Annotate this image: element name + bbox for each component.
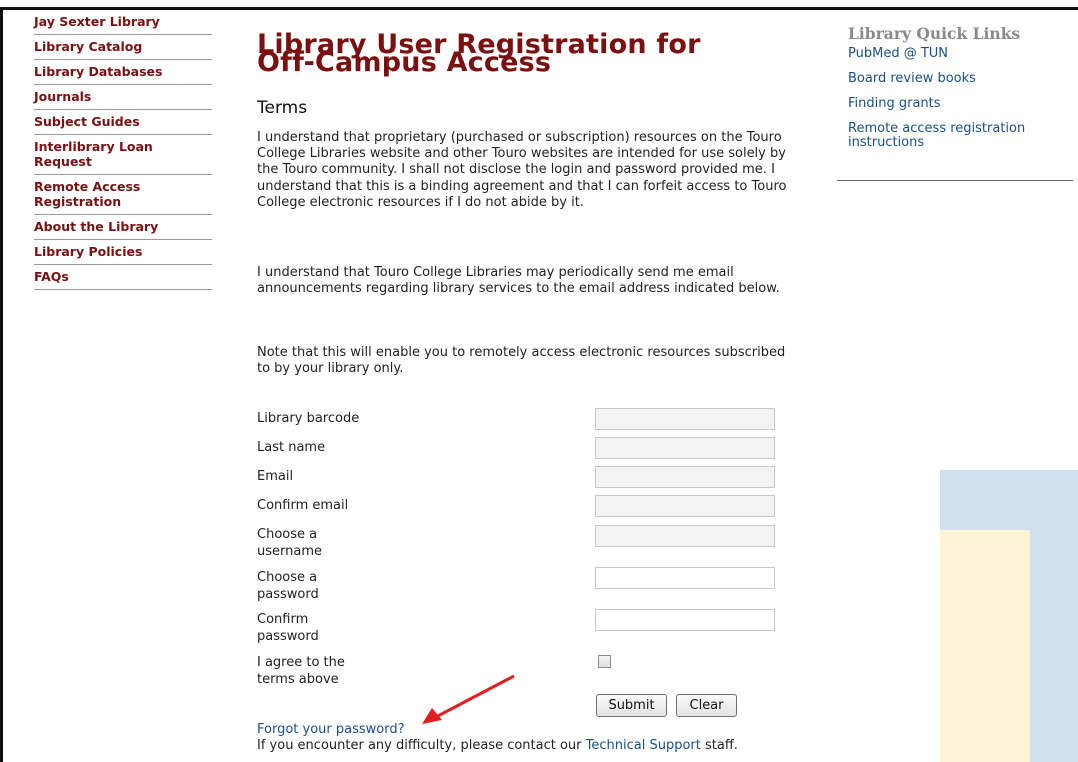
lastname-label: Last name <box>257 440 326 455</box>
confirm-password-label: Confirm password <box>257 612 319 644</box>
lastname-input[interactable] <box>595 437 775 459</box>
sidebar-item-interlibrary-loan[interactable]: Interlibrary Loan Request <box>34 135 212 175</box>
confirm-email-label: Confirm email <box>257 498 349 513</box>
page-frame-top <box>0 7 1078 10</box>
page-title: Library User Registration for Off-Campus… <box>257 30 797 76</box>
support-prefix: If you encounter any difficulty, please … <box>257 738 586 753</box>
terms-paragraph-2: I understand that Touro College Librarie… <box>257 265 780 297</box>
sidebar-nav: Jay Sexter Library Library Catalog Libra… <box>34 12 212 290</box>
annotation-arrow-icon <box>422 674 515 724</box>
sidebar-item-library-databases[interactable]: Library Databases <box>34 60 212 85</box>
sidebar-item-about[interactable]: About the Library <box>34 215 212 240</box>
password-label: Choose a password <box>257 570 319 602</box>
sidebar-item-remote-access[interactable]: Remote Access Registration <box>34 175 212 215</box>
email-input[interactable] <box>595 466 775 488</box>
quick-link-board-review[interactable]: Board review books <box>848 72 1074 86</box>
confirm-email-input[interactable] <box>595 495 775 517</box>
terms-paragraph-3: Note that this will enable you to remote… <box>257 345 786 377</box>
sidebar-item-subject-guides[interactable]: Subject Guides <box>34 110 212 135</box>
confirm-password-input[interactable] <box>595 609 775 631</box>
decorative-logo-shape-right <box>1030 470 1078 762</box>
sidebar-item-policies[interactable]: Library Policies <box>34 240 212 265</box>
email-label: Email <box>257 469 294 484</box>
quick-link-pubmed[interactable]: PubMed @ TUN <box>848 47 1074 61</box>
quick-links-divider <box>837 180 1073 181</box>
barcode-label: Library barcode <box>257 411 360 426</box>
quick-links-title: Library Quick Links <box>848 24 1021 43</box>
barcode-input[interactable] <box>595 408 775 430</box>
sidebar-item-library-catalog[interactable]: Library Catalog <box>34 35 212 60</box>
forgot-password-link[interactable]: Forgot your password? <box>257 722 405 737</box>
terms-heading: Terms <box>257 98 308 118</box>
page-title-line2: Off-Campus Access <box>257 47 552 78</box>
agree-label: I agree to the terms above <box>257 655 345 687</box>
sidebar-item-journals[interactable]: Journals <box>34 85 212 110</box>
sidebar-item-jay-sexter-library[interactable]: Jay Sexter Library <box>34 12 212 35</box>
agree-checkbox[interactable] <box>598 655 611 668</box>
password-input[interactable] <box>595 567 775 589</box>
support-suffix: staff. <box>700 738 738 753</box>
sidebar-item-faqs[interactable]: FAQs <box>34 265 212 290</box>
technical-support-link[interactable]: Technical Support <box>586 738 701 753</box>
decorative-logo-shape-yellow <box>940 530 1030 762</box>
quick-link-remote-access[interactable]: Remote access registration instructions <box>848 122 1074 150</box>
support-line: If you encounter any difficulty, please … <box>257 738 738 753</box>
quick-link-finding-grants[interactable]: Finding grants <box>848 97 1074 111</box>
username-input[interactable] <box>595 525 775 547</box>
quick-links-panel: Library Quick Links PubMed @ TUN Board r… <box>848 24 1074 161</box>
submit-button[interactable]: Submit <box>596 694 667 717</box>
main-content: Library User Registration for Off-Campus… <box>257 30 797 76</box>
clear-button[interactable]: Clear <box>676 694 737 717</box>
terms-paragraph-1: I understand that proprietary (purchased… <box>257 130 787 210</box>
page-frame-left <box>0 7 3 762</box>
username-label: Choose a username <box>257 527 322 559</box>
